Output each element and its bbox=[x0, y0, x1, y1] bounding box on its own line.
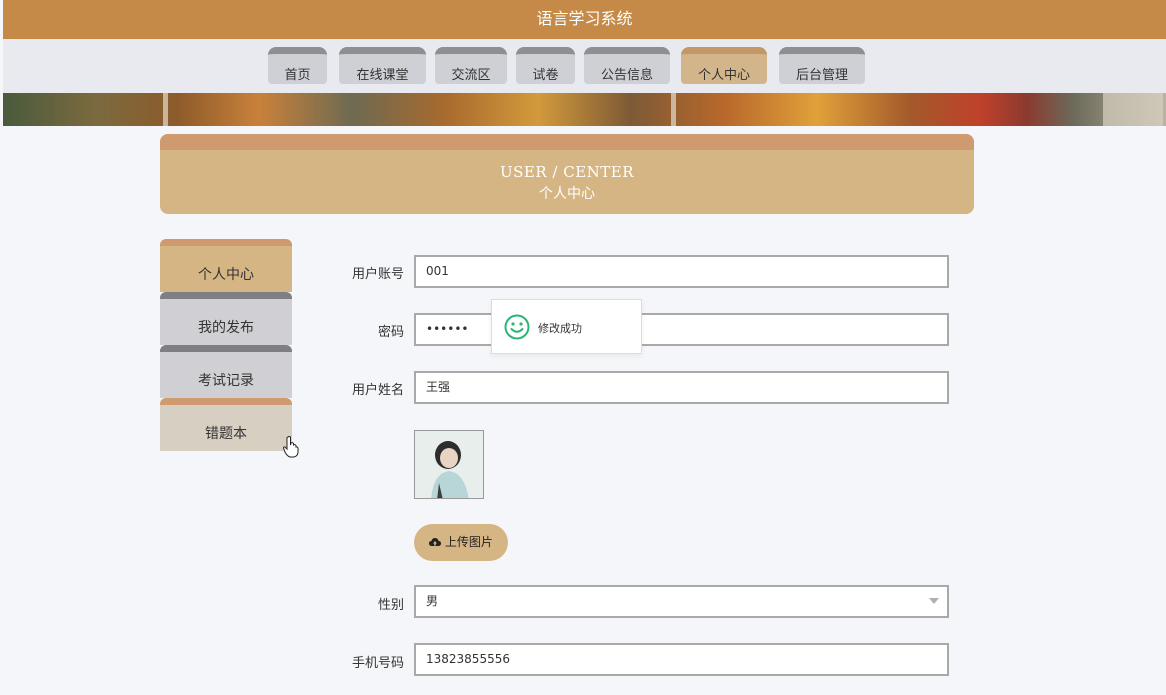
main-nav: 首页 在线课堂 交流区 试卷 公告信息 个人中心 后台管理 bbox=[3, 39, 1166, 93]
hand-cursor-icon bbox=[283, 436, 299, 458]
phone-label: 手机号码 bbox=[351, 656, 404, 671]
banner-image bbox=[3, 93, 1166, 126]
app-title: 语言学习系统 bbox=[536, 9, 633, 28]
banner-tree-trunk bbox=[671, 93, 676, 126]
page-header: USER / CENTER 个人中心 bbox=[160, 134, 974, 214]
username-label: 用户账号 bbox=[351, 267, 404, 282]
gender-label: 性别 bbox=[377, 598, 404, 613]
gender-select[interactable]: 男 bbox=[414, 585, 949, 618]
nav-exam-papers[interactable]: 试卷 bbox=[516, 47, 575, 84]
banner-tree-trunk bbox=[163, 93, 168, 126]
upload-image-label: 上传图片 bbox=[444, 535, 493, 549]
nav-online-class[interactable]: 在线课堂 bbox=[339, 47, 426, 84]
title-bar: 语言学习系统 bbox=[3, 0, 1166, 39]
smile-icon bbox=[504, 314, 530, 340]
sidebar-item-exam-records[interactable]: 考试记录 bbox=[160, 345, 292, 398]
phone-value: 13823855556 bbox=[426, 652, 510, 666]
nav-admin[interactable]: 后台管理 bbox=[779, 47, 865, 84]
sidebar-item-personal-center[interactable]: 个人中心 bbox=[160, 239, 292, 292]
phone-field[interactable]: 13823855556 bbox=[414, 643, 949, 676]
nav-announcements[interactable]: 公告信息 bbox=[584, 47, 670, 84]
page-title-cn: 个人中心 bbox=[539, 186, 595, 202]
password-label: 密码 bbox=[377, 325, 404, 340]
username-field[interactable]: 001 bbox=[414, 255, 949, 288]
banner-building bbox=[1103, 93, 1163, 126]
realname-value: 王强 bbox=[426, 380, 451, 394]
cloud-upload-icon bbox=[429, 538, 442, 546]
sidebar-item-wrong-questions[interactable]: 错题本 bbox=[160, 398, 292, 451]
avatar-image bbox=[414, 430, 484, 499]
nav-forum[interactable]: 交流区 bbox=[435, 47, 507, 84]
gender-value: 男 bbox=[426, 594, 439, 608]
realname-label: 用户姓名 bbox=[351, 383, 404, 398]
avatar-person-icon bbox=[415, 431, 483, 498]
header-band bbox=[160, 134, 974, 150]
realname-field[interactable]: 王强 bbox=[414, 371, 949, 404]
username-value: 001 bbox=[426, 264, 449, 278]
nav-home[interactable]: 首页 bbox=[268, 47, 327, 84]
sidebar-item-my-posts[interactable]: 我的发布 bbox=[160, 292, 292, 345]
chevron-down-icon bbox=[929, 598, 939, 604]
upload-image-button[interactable]: 上传图片 bbox=[414, 524, 508, 561]
success-toast: 修改成功 bbox=[491, 299, 642, 354]
password-value: •••••• bbox=[426, 322, 469, 336]
toast-message: 修改成功 bbox=[538, 322, 582, 335]
nav-personal-center[interactable]: 个人中心 bbox=[681, 47, 767, 84]
page-title-en: USER / CENTER bbox=[499, 163, 635, 181]
